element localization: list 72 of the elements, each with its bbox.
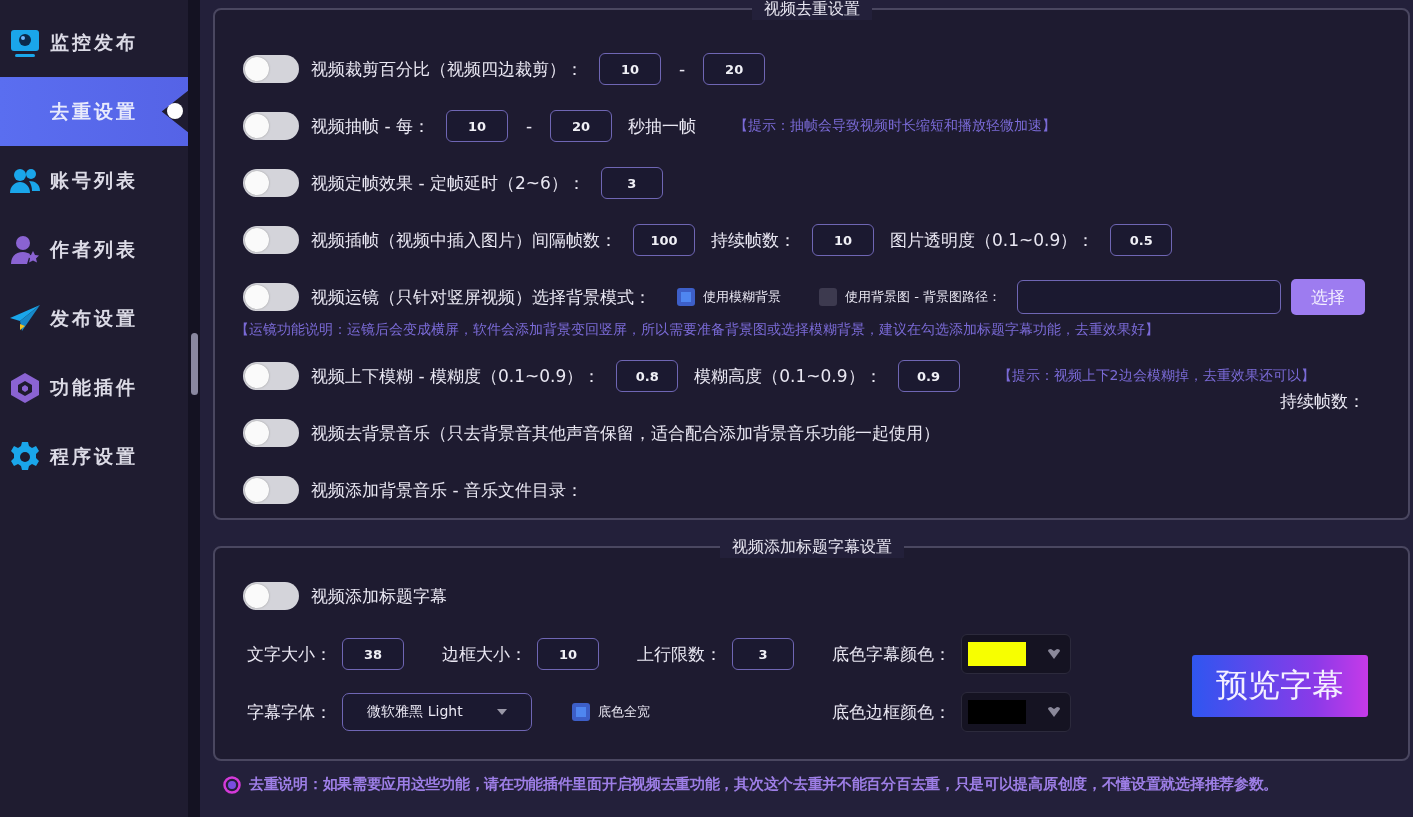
field-label: 视频定帧效果 - 定帧延时（2~6）： bbox=[311, 171, 585, 195]
checkbox[interactable]: 使用模糊背景 bbox=[677, 288, 781, 306]
color-picker[interactable] bbox=[961, 634, 1071, 674]
field-label: 持续帧数： bbox=[711, 228, 796, 252]
toggle-switch[interactable] bbox=[243, 283, 299, 311]
field-label: 视频运镜（只针对竖屏视频）选择背景模式： bbox=[311, 285, 651, 309]
number-field[interactable]: 0.8 bbox=[616, 360, 679, 392]
checkbox[interactable]: 底色全宽 bbox=[572, 703, 650, 721]
field-label: 视频添加背景音乐 - 音乐文件目录： bbox=[311, 478, 583, 502]
number-field[interactable]: 20 bbox=[550, 110, 613, 142]
number-field[interactable]: 10 bbox=[599, 53, 661, 85]
field-label: 持续帧数： bbox=[1280, 390, 1365, 412]
field-label: 视频上下模糊 - 模糊度（0.1~0.9）： bbox=[311, 364, 601, 388]
sidebar-item[interactable]: 监控发布 bbox=[0, 8, 188, 77]
hint-text: 【提示：抽帧会导致视频时长缩短和播放轻微加速】 bbox=[734, 117, 1057, 135]
caret-icon bbox=[1048, 649, 1060, 659]
font-dropdown[interactable]: 微软雅黑 Light bbox=[342, 693, 532, 731]
panel-title: 视频添加标题字幕设置 bbox=[719, 536, 904, 558]
number-field[interactable]: 10 bbox=[537, 638, 599, 670]
field-label: 视频添加标题字幕 bbox=[311, 584, 447, 608]
user-star-icon bbox=[9, 233, 41, 266]
preview-button[interactable]: 预览字幕 bbox=[1192, 654, 1368, 717]
number-field[interactable]: 0.5 bbox=[1110, 224, 1173, 256]
toggle-switch[interactable] bbox=[243, 582, 299, 610]
toggle-switch[interactable] bbox=[243, 476, 299, 504]
path-field[interactable] bbox=[1016, 280, 1281, 314]
note-text: 【运镜功能说明：运镜后会变成横屏，软件会添加背景变回竖屏，所以需要准备背景图或选择模糊背景，建议在勾选添加标题字幕功能，去重效果好】 bbox=[235, 321, 1160, 339]
field-label: 底色字幕颜色： bbox=[832, 642, 951, 666]
cube-icon bbox=[9, 371, 41, 404]
number-field[interactable]: 100 bbox=[633, 224, 695, 256]
hint-text: 【提示：视频上下2边会模糊掉，去重效果还可以】 bbox=[997, 367, 1315, 385]
field-label: 视频裁剪百分比（视频四边裁剪）： bbox=[311, 57, 583, 81]
toggle-switch[interactable] bbox=[243, 55, 299, 83]
scrollbar-thumb[interactable] bbox=[190, 333, 198, 395]
sidebar-item[interactable]: 功能插件 bbox=[0, 353, 188, 422]
field-label: 上行限数： bbox=[637, 642, 722, 666]
field-label: 文字大小： bbox=[247, 642, 332, 666]
field-label: 图片透明度（0.1~0.9）： bbox=[890, 228, 1095, 252]
field-label: 秒抽一帧 bbox=[628, 114, 697, 138]
sidebar-item[interactable]: 去重设置 bbox=[0, 77, 188, 146]
info-icon bbox=[223, 775, 241, 794]
number-field[interactable]: 3 bbox=[732, 638, 794, 670]
sidebar-item[interactable]: 作者列表 bbox=[0, 215, 188, 284]
number-field[interactable]: 20 bbox=[703, 53, 766, 85]
number-field[interactable]: 0.9 bbox=[897, 360, 960, 392]
field-label: 视频插帧（视频中插入图片）间隔帧数： bbox=[311, 228, 617, 252]
number-field[interactable]: 10 bbox=[445, 110, 508, 142]
field-label: 字幕字体： bbox=[247, 700, 332, 724]
toggle-switch[interactable] bbox=[243, 362, 299, 390]
toggle-switch[interactable] bbox=[243, 169, 299, 197]
toggle-switch[interactable] bbox=[243, 419, 299, 447]
field-label: 视频去背景音乐（只去背景音其他声音保留，适合配合添加背景音乐功能一起使用） bbox=[311, 421, 940, 445]
toggle-switch[interactable] bbox=[243, 112, 299, 140]
panel-title: 视频去重设置 bbox=[751, 0, 872, 20]
sidebar-item[interactable]: 程序设置 bbox=[0, 422, 188, 491]
range-dash: - bbox=[525, 116, 533, 136]
settings-icon bbox=[9, 440, 41, 473]
number-field[interactable]: 10 bbox=[812, 224, 874, 256]
field-label: 底色边框颜色： bbox=[832, 700, 951, 724]
sidebar-item[interactable]: 发布设置 bbox=[0, 284, 188, 353]
footer-note: 去重说明：如果需要应用这些功能，请在功能插件里面开启视频去重功能，其次这个去重并不能百分百去重，只是可以提高原创度，不懂设置就选择推荐参数。 bbox=[249, 775, 1278, 794]
field-label: 视频抽帧 - 每： bbox=[311, 114, 430, 138]
field-label: 边框大小： bbox=[442, 642, 527, 666]
caret-icon bbox=[1048, 707, 1060, 717]
number-field[interactable]: 38 bbox=[342, 638, 404, 670]
field-label: 模糊高度（0.1~0.9）： bbox=[694, 364, 882, 388]
sidebar-item[interactable]: 账号列表 bbox=[0, 146, 188, 215]
toggle-switch[interactable] bbox=[243, 226, 299, 254]
color-picker[interactable] bbox=[961, 692, 1071, 732]
checkbox[interactable]: 使用背景图 - 背景图路径： bbox=[819, 288, 1001, 306]
number-field[interactable]: 3 bbox=[600, 167, 663, 199]
range-dash: - bbox=[679, 59, 686, 79]
